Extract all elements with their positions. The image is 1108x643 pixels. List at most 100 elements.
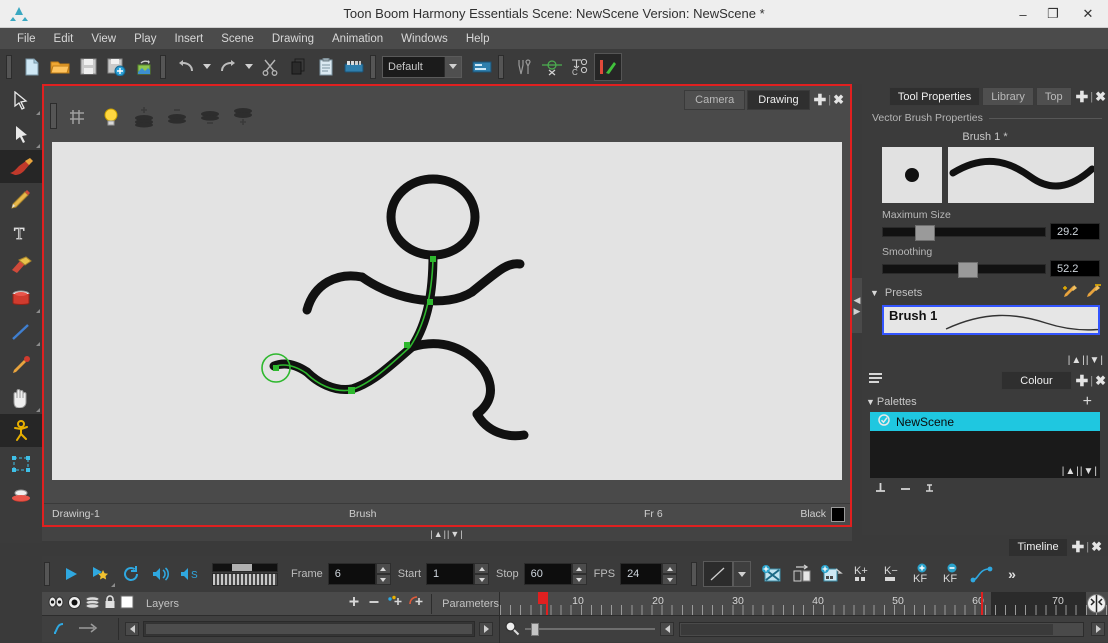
frames-scroll-left-icon[interactable] — [660, 622, 674, 636]
export-image-icon[interactable] — [130, 53, 158, 81]
workspace-dropdown-icon[interactable] — [444, 56, 461, 77]
menu-scene[interactable]: Scene — [212, 31, 263, 47]
tool-properties-scroll-controls[interactable]: | ▲ || ▼ | — [1068, 355, 1104, 366]
toolbar-grip-2[interactable] — [160, 54, 166, 79]
magnify-icon[interactable] — [504, 620, 520, 639]
frames-scroll-right-icon[interactable] — [1091, 622, 1105, 636]
splitter-down-icon[interactable]: |▼| — [447, 529, 464, 539]
panel-menu-icon[interactable] — [868, 372, 884, 389]
new-brush-preset-icon[interactable] — [1062, 284, 1079, 302]
save-icon[interactable] — [74, 53, 102, 81]
palette-item-newscene[interactable]: NewScene — [870, 412, 1100, 431]
palette-scroll-up-icon[interactable]: ▲ — [1065, 466, 1076, 477]
minimize-button[interactable]: – — [1008, 0, 1038, 28]
grid-icon[interactable] — [64, 106, 90, 128]
workspace-manager-icon[interactable] — [468, 53, 496, 81]
add-key-exposure-icon[interactable]: K+ — [847, 560, 877, 588]
close-colour-panel-icon[interactable]: ✖ — [1093, 373, 1108, 389]
toolbar-grip-3[interactable] — [370, 54, 376, 79]
delete-brush-preset-icon[interactable] — [1085, 284, 1102, 302]
tab-timeline[interactable]: Timeline — [1008, 537, 1068, 557]
close-button[interactable]: ✕ — [1068, 0, 1108, 28]
function-curve-icon[interactable] — [52, 621, 70, 638]
sidebar-tool-text[interactable]: T — [0, 216, 42, 249]
onion-marker-icon[interactable] — [1087, 594, 1106, 615]
start-down-icon[interactable] — [474, 574, 490, 585]
arrow-right-icon[interactable] — [78, 622, 98, 637]
onion-layer-minus-icon[interactable] — [197, 106, 223, 128]
menu-animation[interactable]: Animation — [323, 31, 392, 47]
sidebar-tool-dropper[interactable] — [0, 348, 42, 381]
palettes-collapse-icon[interactable]: ▼ — [866, 397, 875, 407]
add-keyframe-icon[interactable]: KF — [907, 560, 937, 588]
frame-up-icon[interactable] — [375, 563, 391, 574]
sidebar-tool-brush[interactable] — [0, 150, 42, 183]
sidebar-tool-transform[interactable] — [0, 447, 42, 480]
c-zoom-icon[interactable]: C — [566, 53, 594, 81]
sidebar-tool-animate[interactable] — [0, 414, 42, 447]
playback-overflow-button[interactable]: » — [997, 560, 1027, 588]
tab-library[interactable]: Library — [982, 87, 1034, 106]
timeline-zoom-slider[interactable] — [525, 623, 655, 636]
workspace-select[interactable]: Default — [382, 55, 462, 78]
add-peg-icon[interactable] — [387, 595, 402, 612]
stack-add-icon[interactable] — [230, 106, 256, 128]
sidebar-tool-select[interactable] — [0, 84, 42, 117]
frame-input[interactable]: 6 — [327, 563, 376, 585]
maximum-size-slider[interactable] — [882, 224, 1046, 241]
menu-help[interactable]: Help — [457, 31, 499, 47]
menu-edit[interactable]: Edit — [45, 31, 83, 47]
frame-down-icon[interactable] — [375, 574, 391, 585]
stop-stepper[interactable]: 60 — [523, 563, 587, 585]
text-colour-icon[interactable] — [924, 482, 937, 497]
fps-stepper[interactable]: 24 — [620, 563, 678, 585]
add-colour-panel-icon[interactable]: ✚ — [1074, 372, 1091, 390]
sidebar-tool-paint[interactable] — [0, 282, 42, 315]
sidebar-tool-zoom[interactable] — [0, 480, 42, 513]
start-stepper[interactable]: 1 — [426, 563, 490, 585]
layers-icon[interactable] — [85, 595, 100, 612]
onion-skin-icon[interactable] — [538, 53, 566, 81]
sidebar-tool-cutter[interactable] — [0, 117, 42, 150]
frame-stepper[interactable]: 6 — [327, 563, 391, 585]
layers-horizontal-scrollbar[interactable] — [143, 621, 475, 637]
sidebar-tool-line[interactable] — [0, 315, 42, 348]
start-input[interactable]: 1 — [426, 563, 475, 585]
add-layer-icon[interactable] — [347, 595, 361, 612]
palette-scroll-controls[interactable]: |▲||▼| — [1062, 466, 1098, 477]
add-drawing-icon[interactable] — [817, 560, 847, 588]
tab-drawing[interactable]: Drawing — [747, 90, 810, 110]
horizontal-splitter[interactable]: |▲| |▼| — [42, 527, 852, 541]
light-table-icon[interactable] — [98, 106, 124, 128]
brush-tip-preview[interactable] — [882, 147, 942, 203]
sound-icon[interactable] — [146, 560, 176, 588]
line-style-dropdown-icon[interactable] — [733, 561, 752, 587]
scroll-up-icon[interactable]: ▲ — [1071, 355, 1082, 366]
sidebar-tool-hand[interactable] — [0, 381, 42, 414]
save-all-icon[interactable] — [102, 53, 130, 81]
redo-icon[interactable] — [214, 53, 242, 81]
smoothing-value[interactable]: 52.2 — [1050, 260, 1100, 277]
view-collapse-handle[interactable]: ◀ ▶ — [852, 278, 862, 333]
sound-scrub-icon[interactable]: S — [176, 560, 206, 588]
menu-windows[interactable]: Windows — [392, 31, 457, 47]
stop-input[interactable]: 60 — [523, 563, 572, 585]
menu-insert[interactable]: Insert — [165, 31, 212, 47]
jog-shuttle[interactable] — [212, 562, 278, 586]
add-parent-peg-icon[interactable] — [408, 595, 423, 612]
add-timeline-panel-icon[interactable]: ✚ — [1070, 538, 1087, 556]
smoothing-slider[interactable] — [882, 261, 1046, 278]
preset-item-brush-1[interactable]: Brush 1 — [889, 308, 937, 323]
menu-drawing[interactable]: Drawing — [263, 31, 323, 47]
tools-icon[interactable] — [510, 53, 538, 81]
redo-dropdown-icon[interactable] — [242, 53, 256, 81]
menu-file[interactable]: File — [8, 31, 45, 47]
flip-icon[interactable] — [787, 560, 817, 588]
loop-icon[interactable] — [116, 560, 146, 588]
menu-view[interactable]: View — [82, 31, 125, 47]
undo-icon[interactable] — [172, 53, 200, 81]
add-palette-button[interactable]: + — [1083, 394, 1092, 410]
line-style-icon[interactable] — [703, 561, 734, 587]
splitter-up-icon[interactable]: |▲| — [430, 529, 447, 539]
palette-scroll-down-icon[interactable]: ▼ — [1083, 466, 1094, 477]
